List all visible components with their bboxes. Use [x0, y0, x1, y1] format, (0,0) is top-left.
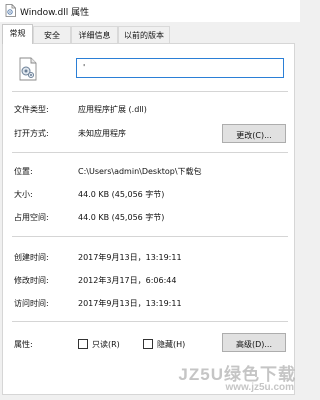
title-bar: Window.dll 属性 — [0, 0, 300, 22]
advanced-button[interactable]: 高级(D)... — [222, 333, 286, 352]
readonly-checkbox[interactable] — [78, 339, 88, 349]
created-value: 2017年9月13日，13:19:11 — [78, 253, 182, 262]
file-name-input[interactable]: ' — [76, 58, 284, 78]
location-label: 位置: — [14, 167, 33, 176]
divider — [12, 321, 288, 322]
tab-security[interactable]: 安全 — [33, 26, 71, 43]
divider — [12, 91, 288, 92]
attributes-label: 属性: — [14, 340, 33, 349]
window-title: Window.dll 属性 — [20, 8, 90, 18]
created-label: 创建时间: — [14, 253, 49, 262]
accessed-label: 访问时间: — [14, 299, 49, 308]
size-on-disk-label: 占用空间: — [14, 213, 49, 222]
change-button[interactable]: 更改(C)... — [222, 124, 286, 143]
opens-with-value: 未知应用程序 — [78, 129, 126, 138]
location-value: C:\Users\admin\Desktop\下载包 — [78, 167, 202, 176]
size-on-disk-value: 44.0 KB (45,056 字节) — [78, 213, 165, 222]
dll-file-icon — [16, 57, 40, 81]
divider — [12, 152, 288, 153]
readonly-label[interactable]: 只读(R) — [92, 339, 120, 350]
accessed-value: 2017年9月13日，13:19:11 — [78, 299, 182, 308]
divider — [12, 236, 288, 237]
opens-with-label: 打开方式: — [14, 129, 49, 138]
size-label: 大小: — [14, 190, 33, 199]
modified-value: 2012年3月17日，6:06:44 — [78, 276, 177, 285]
site-watermark: JZ5U绿色下载 www.jz5u.com — [178, 360, 300, 400]
settings-file-icon — [5, 4, 16, 17]
file-type-label: 文件类型: — [14, 105, 49, 114]
size-value: 44.0 KB (45,056 字节) — [78, 190, 165, 199]
file-type-value: 应用程序扩展 (.dll) — [78, 105, 147, 114]
watermark-url: www.jz5u.com — [225, 382, 294, 393]
hidden-label[interactable]: 隐藏(H) — [157, 339, 185, 350]
hidden-checkbox[interactable] — [143, 339, 153, 349]
tab-details[interactable]: 详细信息 — [71, 26, 118, 43]
tab-previous-versions[interactable]: 以前的版本 — [118, 26, 170, 43]
modified-label: 修改时间: — [14, 276, 49, 285]
tab-general[interactable]: 常规 — [2, 24, 33, 44]
